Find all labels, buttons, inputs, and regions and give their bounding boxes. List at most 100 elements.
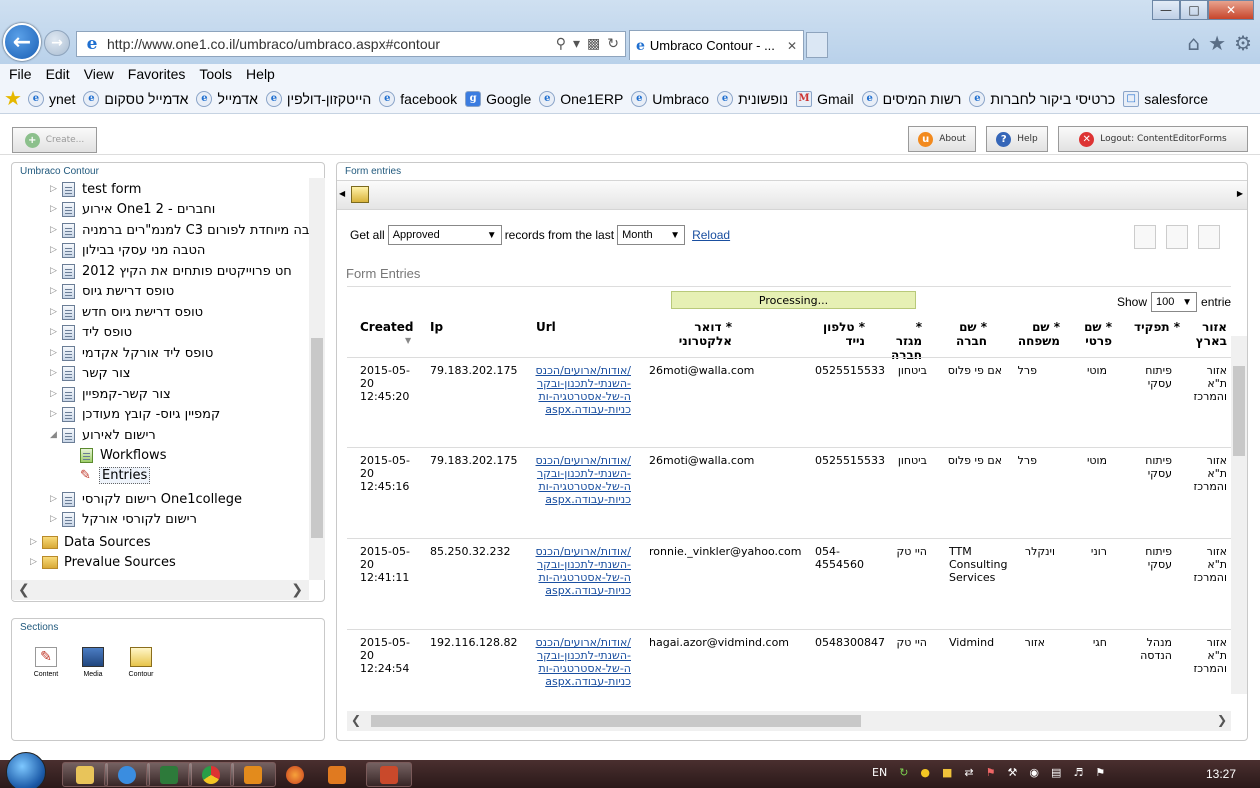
expand-icon[interactable]: ▷ <box>50 307 62 317</box>
col-header-region[interactable]: אזור בארץ <box>1193 320 1227 348</box>
expand-icon[interactable]: ▷ <box>50 348 62 358</box>
scroll-thumb[interactable] <box>1233 366 1245 456</box>
fav-item[interactable]: e One1ERP <box>539 90 623 107</box>
tree-item[interactable]: ▷ הטבה מני עסקי בבילון <box>50 240 205 260</box>
grid-horizontal-scrollbar[interactable]: ❮ ❯ <box>347 711 1231 731</box>
fav-item[interactable]: e כרטיסי ביקור לחברות <box>969 90 1115 107</box>
tree-item[interactable]: ▷ test form <box>50 179 141 199</box>
period-select[interactable]: Month ▼ <box>617 225 686 245</box>
grid-vertical-scrollbar[interactable] <box>1231 336 1247 694</box>
expand-icon[interactable]: ▷ <box>50 409 62 419</box>
fav-item[interactable]: e אדמייל טסקום <box>83 90 188 107</box>
network-icon[interactable]: ▤ <box>1051 766 1061 779</box>
tree-item-prevalue-sources[interactable]: ▷ Prevalue Sources <box>30 552 176 572</box>
print-icon[interactable] <box>1166 225 1188 249</box>
col-header-last-name[interactable]: * שם משפחה <box>1015 320 1060 348</box>
chevron-down-icon[interactable]: ▾ <box>573 36 580 52</box>
scroll-thumb[interactable] <box>311 338 323 538</box>
scroll-thumb[interactable] <box>371 715 861 727</box>
compat-view-icon[interactable]: ▩ <box>587 36 600 52</box>
tree-vertical-scrollbar[interactable] <box>309 178 325 580</box>
col-header-first-name[interactable]: * שם פרטי <box>1082 320 1112 348</box>
excel-icon[interactable] <box>1198 225 1220 249</box>
col-header-role[interactable]: * תפקיד <box>1132 320 1180 334</box>
cell-url[interactable]: /אודות/ארועים/הכנס-השנתי-לתכנון-ובקרה-של… <box>533 364 631 416</box>
favorites-star-icon[interactable]: ★ <box>1208 31 1226 55</box>
tree-item[interactable]: ▷ רישום לקורסי אורקל <box>50 509 197 529</box>
tree-item-workflows[interactable]: Workflows <box>80 445 166 465</box>
section-content[interactable]: ✎ Content <box>25 647 67 678</box>
expand-icon[interactable]: ▷ <box>50 389 62 399</box>
fav-item[interactable]: e הייטקזון-דולפין <box>265 90 371 107</box>
notes-icon[interactable]: ■ <box>942 766 952 779</box>
menu-view[interactable]: View <box>84 66 114 82</box>
create-button[interactable]: + Create... <box>12 127 97 153</box>
taskbar-media[interactable] <box>314 762 360 787</box>
status-select[interactable]: Approved ▼ <box>387 225 502 245</box>
expand-icon[interactable]: ▷ <box>50 286 62 296</box>
favorites-star-icon[interactable]: ★ <box>4 86 22 111</box>
address-bar[interactable]: e http://www.one1.co.il/umbraco/umbraco.… <box>76 31 626 57</box>
scroll-right-icon[interactable]: ❯ <box>291 582 303 598</box>
about-button[interactable]: u About <box>908 126 976 152</box>
disk-icon[interactable]: ◉ <box>1029 766 1039 779</box>
taskbar-firefox[interactable] <box>272 762 318 787</box>
col-header-sector[interactable]: * מגזר חברה <box>887 320 922 362</box>
tree-item[interactable]: ▷ טופס ליד <box>50 322 132 342</box>
taskbar-ie[interactable] <box>104 762 150 787</box>
page-size-select[interactable]: 100 ▼ <box>1151 292 1198 312</box>
entries-icon[interactable] <box>351 186 369 203</box>
maximize-button[interactable]: □ <box>1180 0 1208 20</box>
scroll-left-icon[interactable]: ❮ <box>351 713 361 727</box>
col-header-company[interactable]: * שם חברה <box>947 320 987 348</box>
taskbar-powerpoint[interactable] <box>366 762 412 787</box>
minimize-button[interactable]: — <box>1152 0 1180 20</box>
collapse-icon[interactable]: ◢ <box>50 430 62 440</box>
expand-icon[interactable]: ▷ <box>50 266 62 276</box>
start-button[interactable] <box>6 752 46 788</box>
action-center-flag-icon[interactable]: ⚑ <box>1095 766 1105 779</box>
expand-icon[interactable]: ▷ <box>50 204 62 214</box>
scroll-left-icon[interactable]: ❮ <box>18 582 30 598</box>
fav-item[interactable]: e אדמייל <box>196 90 258 107</box>
network-tool-icon[interactable]: ⇄ <box>964 766 973 779</box>
tree-item[interactable]: ▷ אירוע One1 2 - וחברים <box>50 199 215 219</box>
search-icon[interactable]: ⚲ <box>556 36 566 52</box>
col-header-email[interactable]: * דואר אלקטרוני <box>647 320 732 348</box>
tree-item[interactable]: ▷ צור קשר-קמפיין <box>50 384 171 404</box>
col-header-created[interactable]: Created ▼ <box>360 320 413 348</box>
fav-item[interactable]: e נופשונית <box>717 90 788 107</box>
expand-icon[interactable]: ▷ <box>50 184 62 194</box>
section-contour[interactable]: Contour <box>120 647 162 678</box>
tree-item[interactable]: ▷ חט פרוייקטים פותחים את הקיץ 2012 <box>50 261 292 281</box>
fav-item[interactable]: □ salesforce <box>1123 90 1208 107</box>
cell-url[interactable]: /אודות/ארועים/הכנס-השנתי-לתכנון-ובקרה-של… <box>533 454 631 506</box>
arrow-left-icon[interactable]: ◀ <box>339 189 345 198</box>
expand-icon[interactable]: ▷ <box>30 557 42 567</box>
tree-item[interactable]: ▷ טופס דרישת גיוס <box>50 281 174 301</box>
taskbar-chrome[interactable] <box>188 762 234 787</box>
menu-help[interactable]: Help <box>246 66 275 82</box>
section-media[interactable]: Media <box>72 647 114 678</box>
cell-url[interactable]: /אודות/ארועים/הכנס-השנתי-לתכנון-ובקרה-של… <box>533 636 631 688</box>
fav-item[interactable]: e רשות המיסים <box>861 90 961 107</box>
gear-icon[interactable]: ⚙ <box>1234 31 1252 55</box>
refresh-icon[interactable]: ↻ <box>607 36 619 52</box>
clock[interactable]: 13:27 <box>1206 767 1236 781</box>
col-header-url[interactable]: Url <box>536 320 556 334</box>
chrome-tray-icon[interactable]: ● <box>920 766 930 779</box>
flag-tool-icon[interactable]: ⚑ <box>986 766 996 779</box>
tree-item-expanded[interactable]: ◢ רישום לאירוע <box>50 425 156 445</box>
taskbar-excel[interactable] <box>146 762 192 787</box>
expand-icon[interactable]: ▷ <box>50 245 62 255</box>
fav-item[interactable]: M Gmail <box>796 90 854 107</box>
tree-item-data-sources[interactable]: ▷ Data Sources <box>30 532 151 552</box>
browser-tab[interactable]: e Umbraco Contour - ... ✕ <box>629 30 804 60</box>
expand-icon[interactable]: ▷ <box>50 368 62 378</box>
url-text[interactable]: http://www.one1.co.il/umbraco/umbraco.as… <box>107 36 556 52</box>
fav-item[interactable]: e ynet <box>27 90 75 107</box>
back-button[interactable]: ← <box>3 23 41 61</box>
volume-icon[interactable]: ♬ <box>1073 766 1083 779</box>
home-icon[interactable]: ⌂ <box>1187 31 1200 55</box>
fav-item[interactable]: g Google <box>465 90 531 107</box>
